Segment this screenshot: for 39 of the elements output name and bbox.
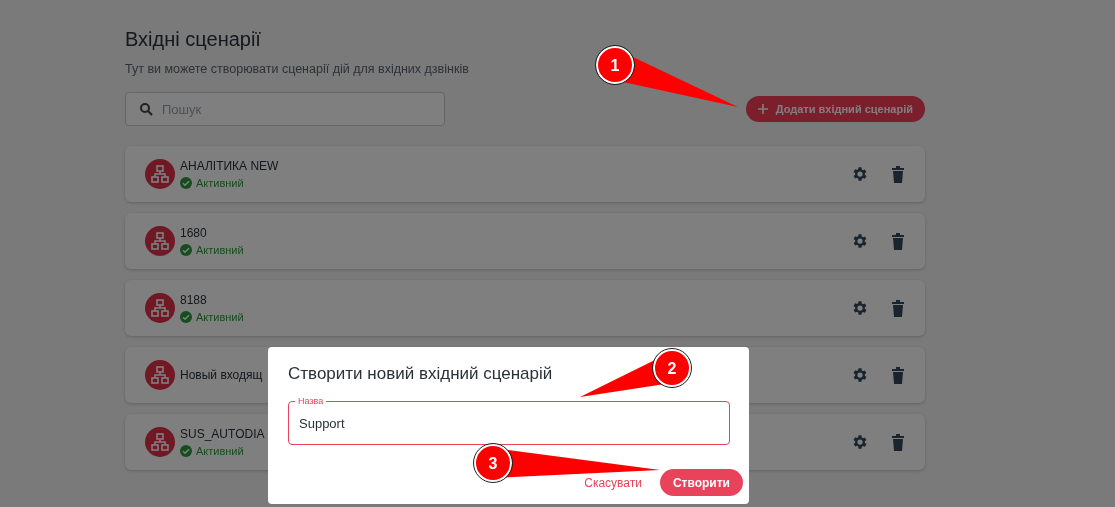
status-label: Активний	[196, 177, 244, 189]
search-icon	[140, 103, 153, 116]
trash-icon[interactable]	[891, 366, 905, 384]
field-label: Назва	[295, 395, 327, 407]
trash-icon[interactable]	[891, 299, 905, 317]
sitemap-icon	[145, 293, 175, 323]
scenario-name: Новый входящ	[180, 368, 263, 382]
check-circle-icon	[180, 177, 192, 189]
scenario-name: SUS_AUTODIA	[180, 427, 265, 441]
scenario-card[interactable]: АНАЛІТИКА NEW Активний	[125, 146, 925, 202]
scenario-name: 1680	[180, 226, 207, 240]
scenario-card[interactable]: 1680 Активний	[125, 213, 925, 269]
sitemap-icon	[145, 427, 175, 457]
sitemap-icon	[145, 360, 175, 390]
check-circle-icon	[180, 244, 192, 256]
trash-icon[interactable]	[891, 232, 905, 250]
add-scenario-button[interactable]: Додати вхідний сценарій	[745, 96, 925, 122]
settings-icon[interactable]	[851, 366, 869, 384]
dialog-title: Створити новий вхідний сценарій	[288, 363, 553, 385]
check-circle-icon	[180, 311, 192, 323]
status-label: Активний	[196, 311, 244, 323]
settings-icon[interactable]	[851, 433, 869, 451]
check-circle-icon	[180, 445, 192, 457]
settings-icon[interactable]	[851, 299, 869, 317]
scenario-name: АНАЛІТИКА NEW	[180, 159, 279, 173]
trash-icon[interactable]	[891, 433, 905, 451]
plus-icon	[757, 104, 768, 114]
status-label: Активний	[196, 445, 244, 457]
sitemap-icon	[145, 159, 175, 189]
sitemap-icon	[145, 226, 175, 256]
scenario-card[interactable]: 8188 Активний	[125, 280, 925, 336]
scenario-name: 8188	[180, 293, 207, 307]
create-button[interactable]: Створити	[659, 469, 743, 496]
status-label: Активний	[196, 244, 244, 256]
settings-icon[interactable]	[851, 232, 869, 250]
page-subtitle: Тут ви можете створювати сценарії дій для вхідних дзвінків	[125, 62, 469, 76]
trash-icon[interactable]	[891, 165, 905, 183]
settings-icon[interactable]	[851, 165, 869, 183]
page-title: Вхідні сценарії	[125, 28, 262, 52]
